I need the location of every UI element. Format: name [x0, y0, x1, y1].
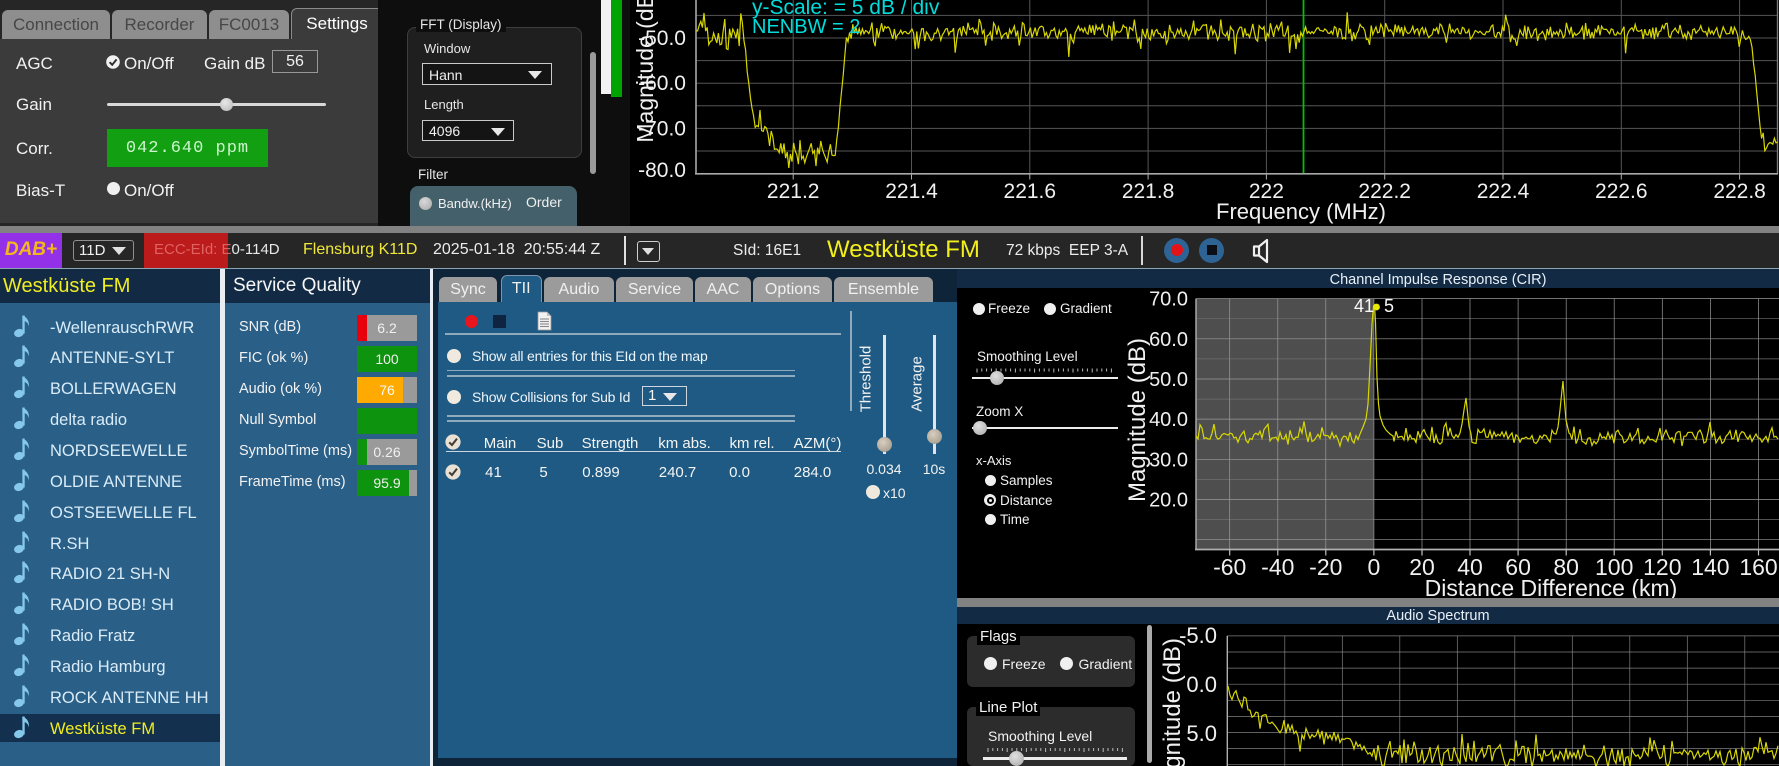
svg-text:Magnitude (dB): Magnitude (dB) [632, 0, 658, 143]
svg-text:222.8: 222.8 [1713, 180, 1766, 203]
svg-text:5.0: 5.0 [1186, 721, 1217, 746]
svg-text:221.4: 221.4 [885, 180, 938, 203]
svg-text:Frequency (MHz): Frequency (MHz) [1216, 199, 1386, 224]
svg-text:221.2: 221.2 [767, 180, 820, 203]
svg-text:NENBW = 2: NENBW = 2 [752, 16, 860, 38]
svg-text:221.6: 221.6 [1004, 180, 1057, 203]
svg-text:Magnitude (dB): Magnitude (dB) [1159, 638, 1186, 766]
svg-text:221.8: 221.8 [1122, 180, 1175, 203]
svg-text:-80.0: -80.0 [638, 159, 686, 182]
svg-text:222.6: 222.6 [1595, 180, 1648, 203]
svg-text:222.4: 222.4 [1477, 180, 1530, 203]
svg-text:0.0: 0.0 [1186, 672, 1217, 697]
